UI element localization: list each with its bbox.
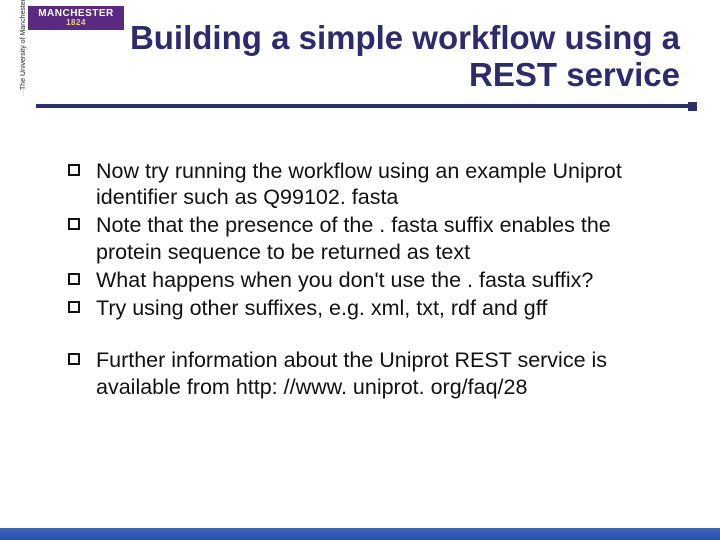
list-item: What happens when you don't use the . fa… xyxy=(68,267,672,293)
bullet-text: Try using other suffixes, e.g. xml, txt,… xyxy=(96,295,672,321)
slide-title: Building a simple workflow using a REST … xyxy=(56,20,680,94)
bullet-icon xyxy=(68,353,80,365)
bullet-icon xyxy=(68,218,80,230)
bullet-icon xyxy=(68,164,80,176)
bullet-text: What happens when you don't use the . fa… xyxy=(96,267,672,293)
list-item: Further information about the Uniprot RE… xyxy=(68,347,672,399)
bullet-text: Note that the presence of the . fasta su… xyxy=(96,212,672,264)
bullet-icon xyxy=(68,301,80,313)
title-divider xyxy=(36,104,696,108)
bullet-text: Now try running the workflow using an ex… xyxy=(96,158,672,210)
list-gap xyxy=(68,323,672,347)
institution-name: The University of Manchester xyxy=(20,0,27,90)
slide: The University of Manchester MANCHESTER … xyxy=(0,0,720,540)
list-item: Try using other suffixes, e.g. xml, txt,… xyxy=(68,295,672,321)
bullet-text: Further information about the Uniprot RE… xyxy=(96,347,672,399)
bullet-list: Now try running the workflow using an ex… xyxy=(68,158,672,402)
list-item: Now try running the workflow using an ex… xyxy=(68,158,672,210)
bullet-icon xyxy=(68,273,80,285)
bottom-bar xyxy=(0,528,720,540)
list-item: Note that the presence of the . fasta su… xyxy=(68,212,672,264)
